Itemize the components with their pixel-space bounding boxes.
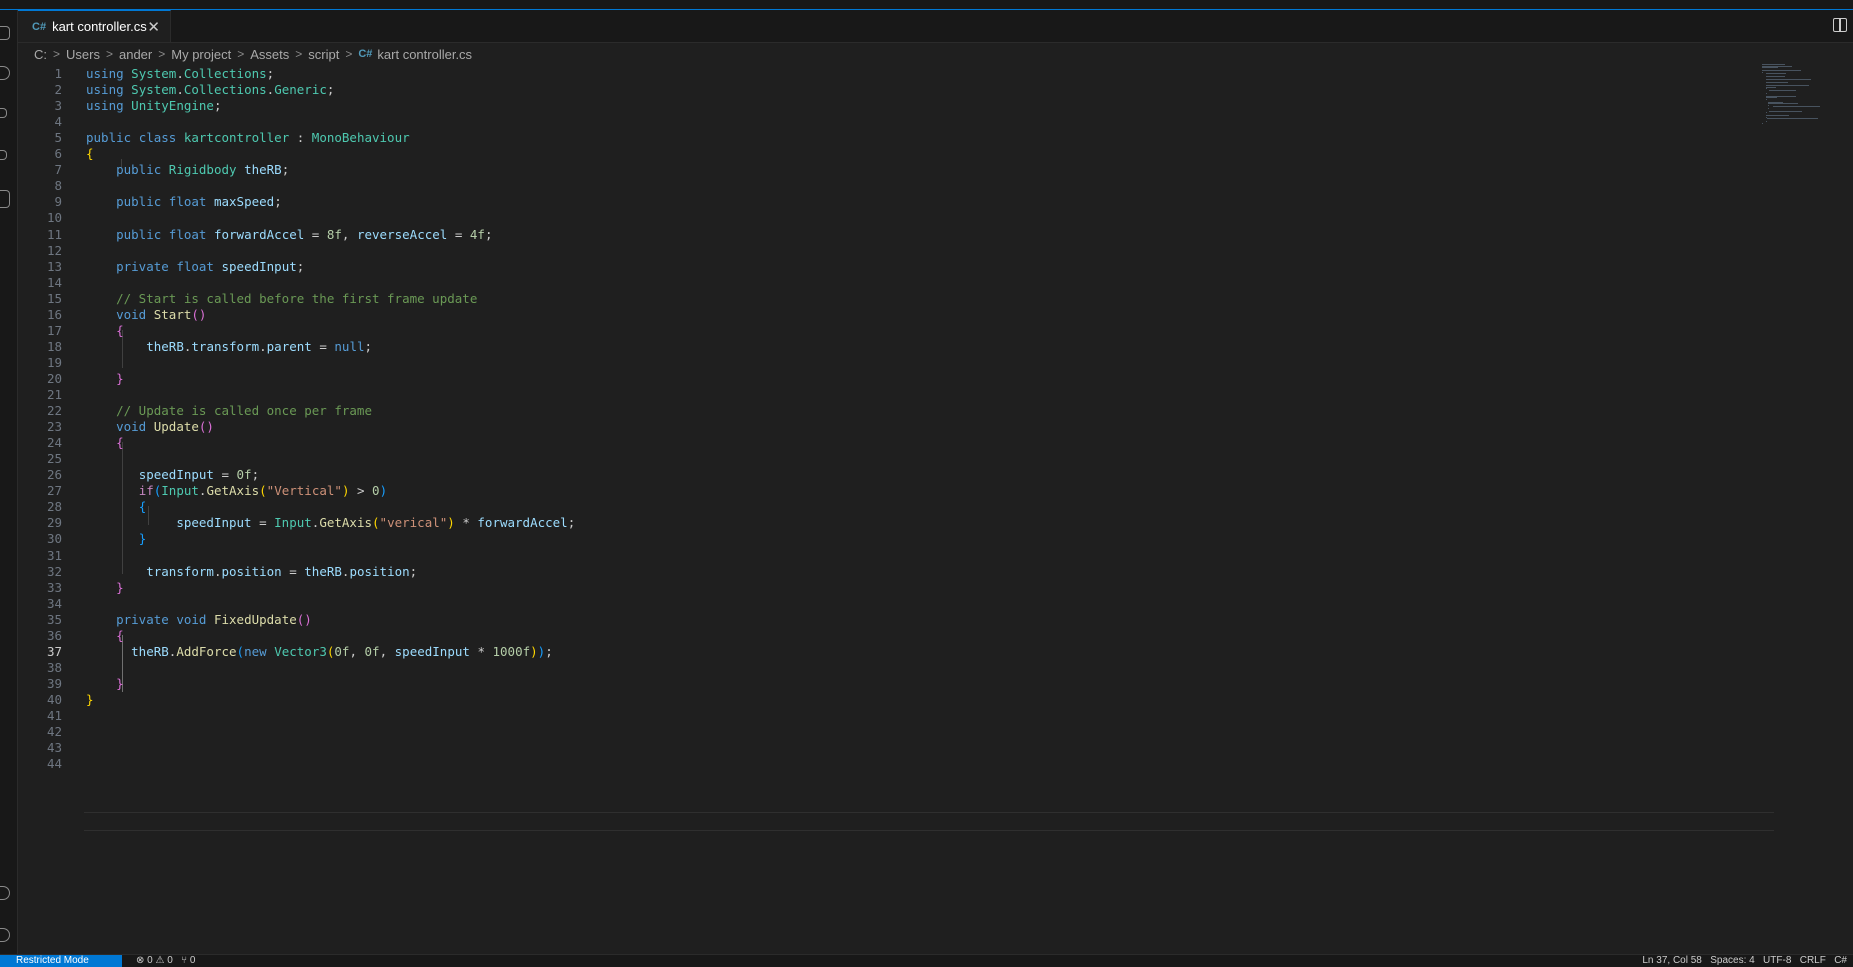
csharp-icon: C# [32,20,47,33]
minimap-line [1768,107,1770,109]
minimap-line [1765,112,1767,113]
breadcrumb-my-project[interactable]: My project [171,47,231,62]
breadcrumb-file[interactable]: kart controller.cs [377,47,472,62]
encoding-setting[interactable]: UTF-8 [1763,955,1791,966]
minimap-line [1769,110,1802,112]
minimap-line [1765,79,1811,80]
chevron-right-icon: > [237,47,245,61]
minimap[interactable] [1762,64,1832,154]
minimap-line [1768,103,1798,104]
minimap-line [1767,118,1818,119]
eol-setting[interactable]: CRLF [1800,955,1826,966]
chevron-right-icon: > [53,47,61,61]
breadcrumb-drive[interactable]: C: [34,47,47,62]
minimap-line [1762,70,1801,71]
minimap-line [1769,89,1797,91]
chevron-right-icon: > [105,47,113,61]
code-editor[interactable]: 1 using System.Collections; 2 using System.… [18,64,1774,894]
tab-kart-controller[interactable]: C# kart controller.cs ✕ [18,10,171,42]
minimap-line [1765,92,1767,94]
minimap-line [1765,121,1767,122]
indentation-setting[interactable]: Spaces: 4 [1710,955,1754,966]
code-line[interactable]: 44 [18,754,1758,773]
minimap-line [1765,86,1777,88]
minimap-line [1768,104,1770,106]
minimap-line [1765,116,1767,118]
minimap-line [1765,88,1767,89]
line-number: 44 [46,756,62,772]
problems-count: ⊗ 0 ⚠ 0 [136,955,173,966]
minimap-line [1762,71,1763,73]
run-debug-icon[interactable] [0,150,7,160]
status-right: Ln 37, Col 58 Spaces: 4 UTF-8 CRLF C# [1642,955,1847,967]
explorer-icon[interactable] [0,26,10,40]
restricted-mode-label: Restricted Mode [16,955,89,966]
minimap-line [1765,82,1789,83]
ports-count: ⑂ 0 [181,955,196,966]
tab-bar: C# kart controller.cs ✕ [18,10,1853,43]
breadcrumb-script[interactable]: script [308,47,339,62]
extensions-icon[interactable] [0,190,10,208]
source-control-icon[interactable] [0,108,7,118]
status-problems[interactable]: ⊗ 0 ⚠ 0 ⑂ 0 [136,955,196,967]
cursor-position[interactable]: Ln 37, Col 58 [1642,955,1702,966]
chevron-right-icon: > [158,47,166,61]
minimap-line [1765,97,1778,98]
activity-bar [0,10,18,954]
current-line-highlight [84,812,1774,831]
minimap-line [1772,106,1821,107]
tab-label: kart controller.cs [52,19,147,34]
csharp-icon: C# [358,48,373,60]
breadcrumb: C: > Users > ander > My project > Assets > sc… [34,45,472,63]
split-editor-icon[interactable] [1833,18,1847,32]
minimap-line [1765,115,1789,116]
breadcrumb-ander[interactable]: ander [119,47,152,62]
breadcrumb-users[interactable]: Users [66,47,100,62]
language-mode[interactable]: C# [1834,955,1847,966]
minimap-line [1765,73,1787,74]
chevron-right-icon: > [345,47,353,61]
chevron-right-icon: > [295,47,303,61]
minimap-line [1765,98,1767,100]
remote-indicator[interactable]: Restricted Mode [0,955,122,967]
minimap-line [1762,67,1779,68]
breadcrumb-assets[interactable]: Assets [250,47,289,62]
status-bar: Restricted Mode ⊗ 0 ⚠ 0 ⑂ 0 Ln 37, Col 5… [0,954,1853,967]
search-icon[interactable] [0,66,10,80]
close-icon[interactable]: ✕ [147,18,160,36]
account-icon[interactable] [0,886,10,900]
minimap-line [1762,122,1763,124]
minimap-line [1765,76,1786,77]
settings-icon[interactable] [0,928,10,942]
title-bar [0,0,1853,10]
